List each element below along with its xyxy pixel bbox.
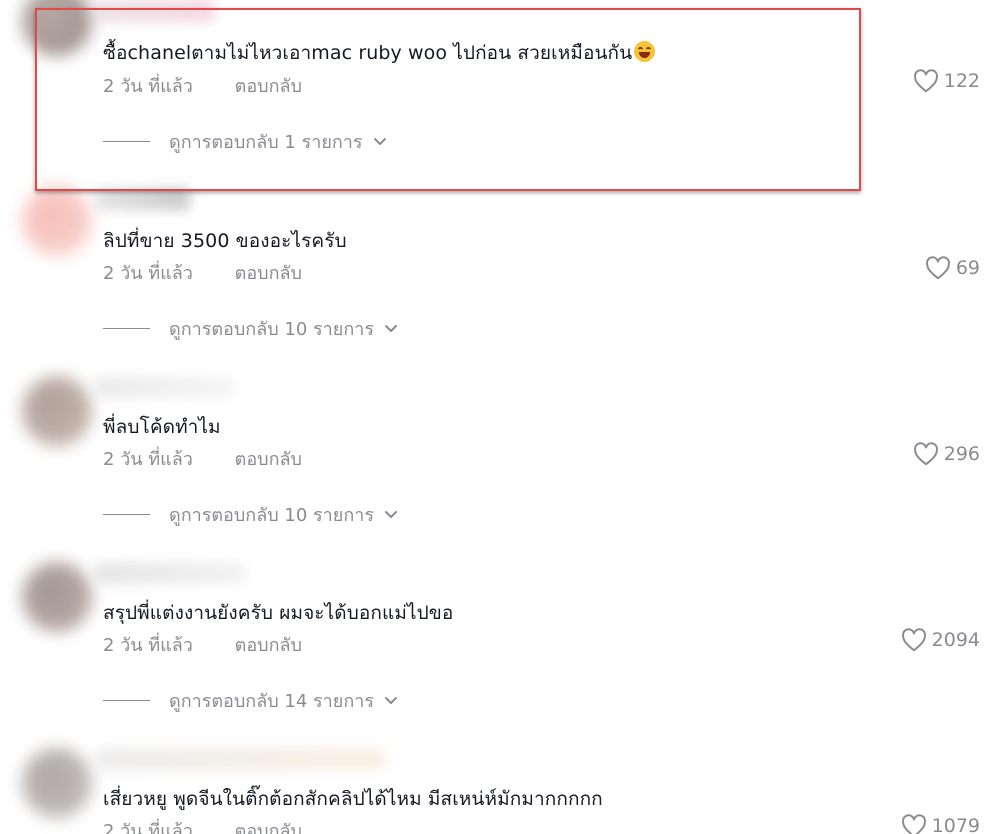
like-button[interactable]: 1079: [901, 814, 980, 834]
heart-outline-icon: [913, 442, 938, 466]
chevron-down-icon: [384, 510, 398, 520]
username-blurred: [95, 376, 235, 398]
divider: [103, 700, 150, 701]
comment-text: เสี่ยวหยู พูดจีนในติ๊กต้อกสักคลิปได้ไหม …: [103, 788, 603, 810]
username-blurred: [95, 748, 385, 770]
chevron-down-icon: [384, 696, 398, 706]
comment-list: ซื้อchanelตามไม่ไหวเอาmac ruby woo ไปก่อ…: [0, 0, 994, 834]
comment-meta: 2 วัน ที่แล้ว ตอบกลับ: [103, 630, 302, 659]
view-replies-button[interactable]: ดูการตอบกลับ 10 รายการ: [103, 500, 398, 529]
comment-time: 2 วัน ที่แล้ว: [103, 821, 193, 834]
comment-text: สรุปพี่แต่งงานยังครับ ผมจะได้บอกแม่ไปขอ: [103, 602, 454, 624]
divider: [103, 514, 150, 515]
avatar[interactable]: [22, 186, 92, 256]
like-count: 122: [943, 70, 980, 92]
comment-text: พี่ลบโค้ดทำไม: [103, 416, 221, 438]
view-replies-label: ดูการตอบกลับ 14 รายการ: [169, 691, 374, 712]
comment-time: 2 วัน ที่แล้ว: [103, 635, 193, 656]
avatar[interactable]: [22, 562, 92, 632]
view-replies-button[interactable]: ดูการตอบกลับ 14 รายการ: [103, 686, 398, 715]
like-count: 2094: [931, 629, 980, 651]
comment-meta: 2 วัน ที่แล้ว ตอบกลับ: [103, 816, 302, 834]
view-replies-button[interactable]: ดูการตอบกลับ 10 รายการ: [103, 314, 398, 343]
reply-button[interactable]: ตอบกลับ: [235, 630, 302, 659]
like-button[interactable]: 69: [925, 256, 980, 280]
highlight-box: [35, 8, 861, 191]
reply-button[interactable]: ตอบกลับ: [235, 258, 302, 287]
comment-time: 2 วัน ที่แล้ว: [103, 263, 193, 284]
divider: [103, 328, 150, 329]
comment-text: ลิปที่ขาย 3500 ของอะไรครับ: [103, 230, 347, 252]
like-button[interactable]: 2094: [901, 628, 980, 652]
heart-outline-icon: [925, 256, 950, 280]
comment-time: 2 วัน ที่แล้ว: [103, 449, 193, 470]
avatar[interactable]: [22, 376, 92, 446]
comment-meta: 2 วัน ที่แล้ว ตอบกลับ: [103, 258, 302, 287]
view-replies-label: ดูการตอบกลับ 10 รายการ: [169, 505, 374, 526]
like-count: 69: [955, 257, 980, 279]
view-replies-label: ดูการตอบกลับ 10 รายการ: [169, 319, 374, 340]
reply-button[interactable]: ตอบกลับ: [235, 444, 302, 473]
reply-button[interactable]: ตอบกลับ: [235, 816, 302, 834]
like-count: 296: [943, 443, 980, 465]
heart-outline-icon: [913, 69, 938, 93]
username-blurred: [95, 188, 190, 210]
username-blurred: [95, 562, 245, 584]
like-count: 1079: [931, 815, 980, 834]
avatar[interactable]: [22, 748, 92, 818]
heart-outline-icon: [901, 628, 926, 652]
like-button[interactable]: 122: [913, 69, 980, 93]
comment-meta: 2 วัน ที่แล้ว ตอบกลับ: [103, 444, 302, 473]
like-button[interactable]: 296: [913, 442, 980, 466]
heart-outline-icon: [901, 814, 926, 834]
chevron-down-icon: [384, 324, 398, 334]
